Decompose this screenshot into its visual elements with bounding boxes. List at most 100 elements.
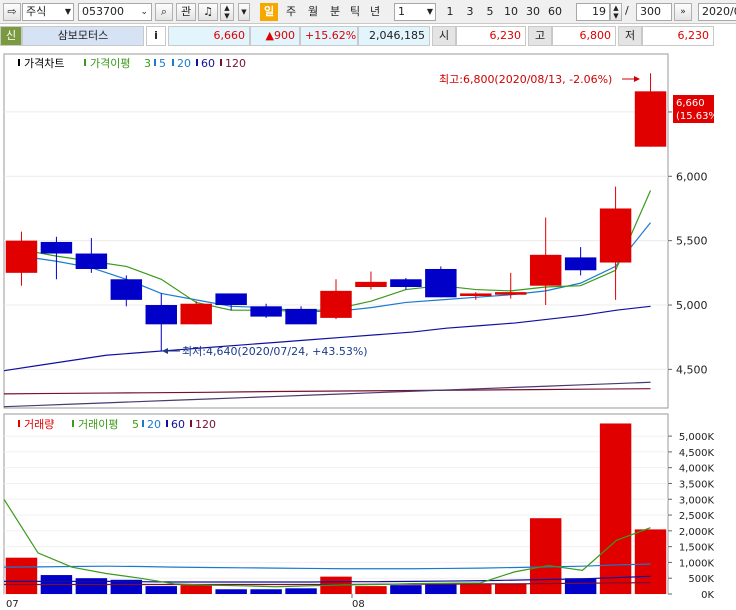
volume-bar [564, 578, 597, 594]
volume-tick-label: 0K [701, 590, 714, 601]
period-year[interactable]: 년 [366, 3, 384, 21]
up-arrow-icon: ▲ [613, 4, 619, 12]
dropdown-button[interactable]: ▼ [238, 3, 250, 21]
volume-tick-label: 2,500K [679, 511, 715, 522]
total-stepper[interactable]: » [674, 3, 692, 21]
volume-bar [355, 586, 387, 594]
candle-body [110, 279, 143, 300]
volume-ma-legend-60: 60 [171, 418, 185, 431]
candle-body [390, 279, 422, 287]
candle-body [529, 254, 562, 286]
unit-select[interactable]: 1 ▼ [394, 3, 436, 21]
unit-button-5[interactable]: 5 [481, 3, 499, 21]
price-ma-legend-3: 3 [144, 57, 151, 70]
volume-bar [599, 423, 632, 594]
trade-volume: 2,046,185 [358, 26, 430, 46]
volume-tick-label: 4,500K [679, 448, 715, 459]
volume-tick-label: 2,000K [679, 527, 715, 538]
info-button[interactable]: i [146, 26, 166, 46]
stock-code-value: 053700 [82, 5, 124, 18]
period-minute[interactable]: 분 [326, 3, 344, 21]
candle-body [320, 290, 352, 318]
high-label: 고 [528, 26, 552, 46]
watch-button[interactable]: 관 [176, 3, 196, 21]
volume-bar [460, 584, 492, 594]
unit-button-3[interactable]: 3 [461, 3, 479, 21]
candle-body [460, 293, 492, 297]
candle-body [495, 292, 527, 295]
price-ma-legend-20: 20 [177, 57, 191, 70]
double-chevron-icon: » [680, 7, 686, 17]
price-chart-title: 가격차트 [24, 57, 64, 70]
speaker-icon: ♫ [203, 5, 213, 18]
high-annotation: 최고:6,800(2020/08/13, -2.06%) [439, 73, 612, 86]
candle-body [215, 293, 247, 306]
period-tick[interactable]: 틱 [346, 3, 364, 21]
volume-bar [285, 588, 317, 594]
volume-bar [215, 589, 247, 594]
unit-select-value: 1 [398, 5, 405, 18]
search-icon: ⌕ [160, 5, 168, 18]
period-month[interactable]: 월 [304, 3, 322, 21]
volume-bar [250, 589, 282, 594]
volume-bar [529, 518, 562, 594]
price-tick-label: 5,500 [676, 235, 708, 248]
chart-area[interactable]: 6,000 5,500 5,000 4,500 가격차트 가격이평 3 5 20 60… [0, 48, 736, 610]
candle-body [250, 306, 282, 317]
volume-tick-label: 3,500K [679, 479, 715, 490]
volume-bar [180, 585, 212, 594]
candle-body [145, 305, 177, 325]
low-label: 저 [618, 26, 642, 46]
unit-button-30[interactable]: 30 [524, 3, 542, 21]
current-price-tag-rate: (15.63%) [676, 111, 722, 122]
date-input[interactable]: 2020/0 [698, 3, 736, 21]
price-tick-label: 4,500 [676, 363, 708, 376]
current-price: 6,660 [168, 26, 250, 46]
volume-ma-legend-5: 5 [132, 418, 139, 431]
volume-bar [495, 583, 527, 594]
volume-bar [75, 578, 108, 594]
candle-body [634, 91, 667, 147]
count-stepper[interactable]: ▲ ▼ [610, 3, 622, 21]
total-input[interactable]: 300 [636, 3, 672, 21]
unit-button-60[interactable]: 60 [546, 3, 564, 21]
link-icon[interactable]: ⇨ [3, 3, 21, 21]
low-annotation: 최저:4,640(2020/07/24, +43.53%) [182, 345, 368, 358]
period-week[interactable]: 주 [282, 3, 300, 21]
stock-name: 삼보모터스 [22, 26, 144, 46]
speaker-button[interactable]: ♫ [198, 3, 218, 21]
price-change: ▲900 [250, 26, 300, 46]
price-ma-label: 가격이평 [90, 57, 130, 70]
change-rate: +15.62% [300, 26, 358, 46]
stock-code-input[interactable]: 053700 ⌄ [78, 3, 152, 21]
candle-body [5, 240, 38, 273]
down-arrow-icon: ▼ [224, 12, 230, 20]
search-button[interactable]: ⌕ [155, 3, 173, 21]
unit-button-1[interactable]: 1 [441, 3, 459, 21]
price-ma-legend-60: 60 [201, 57, 215, 70]
low-price: 6,230 [642, 26, 714, 46]
open-label: 시 [432, 26, 456, 46]
chevron-down-icon: ⌄ [140, 7, 148, 17]
count-input[interactable]: 19 [576, 3, 610, 21]
volume-tick-label: 1,000K [679, 558, 715, 569]
up-arrow-icon: ▲ [224, 4, 230, 12]
volume-tick-label: 500K [688, 574, 714, 585]
market-select[interactable]: 주식 ▼ [22, 3, 74, 21]
price-ma-legend-5: 5 [159, 57, 166, 70]
volume-tick-label: 4,000K [679, 464, 715, 475]
credit-badge: 신 [0, 26, 22, 46]
high-price: 6,800 [552, 26, 616, 46]
volume-tick-label: 5,000K [679, 432, 715, 443]
price-ma-legend-120: 120 [225, 57, 246, 70]
stepper-button[interactable]: ▲ ▼ [220, 3, 234, 21]
price-tick-label: 5,000 [676, 299, 708, 312]
unit-button-10[interactable]: 10 [502, 3, 520, 21]
period-day[interactable]: 일 [260, 3, 278, 21]
volume-bar [5, 557, 38, 594]
volume-ma-legend-120: 120 [195, 418, 216, 431]
volume-chart-title: 거래량 [24, 418, 54, 431]
down-arrow-icon: ▼ [613, 12, 619, 20]
market-select-value: 주식 [26, 5, 47, 18]
candle-body [355, 281, 387, 287]
